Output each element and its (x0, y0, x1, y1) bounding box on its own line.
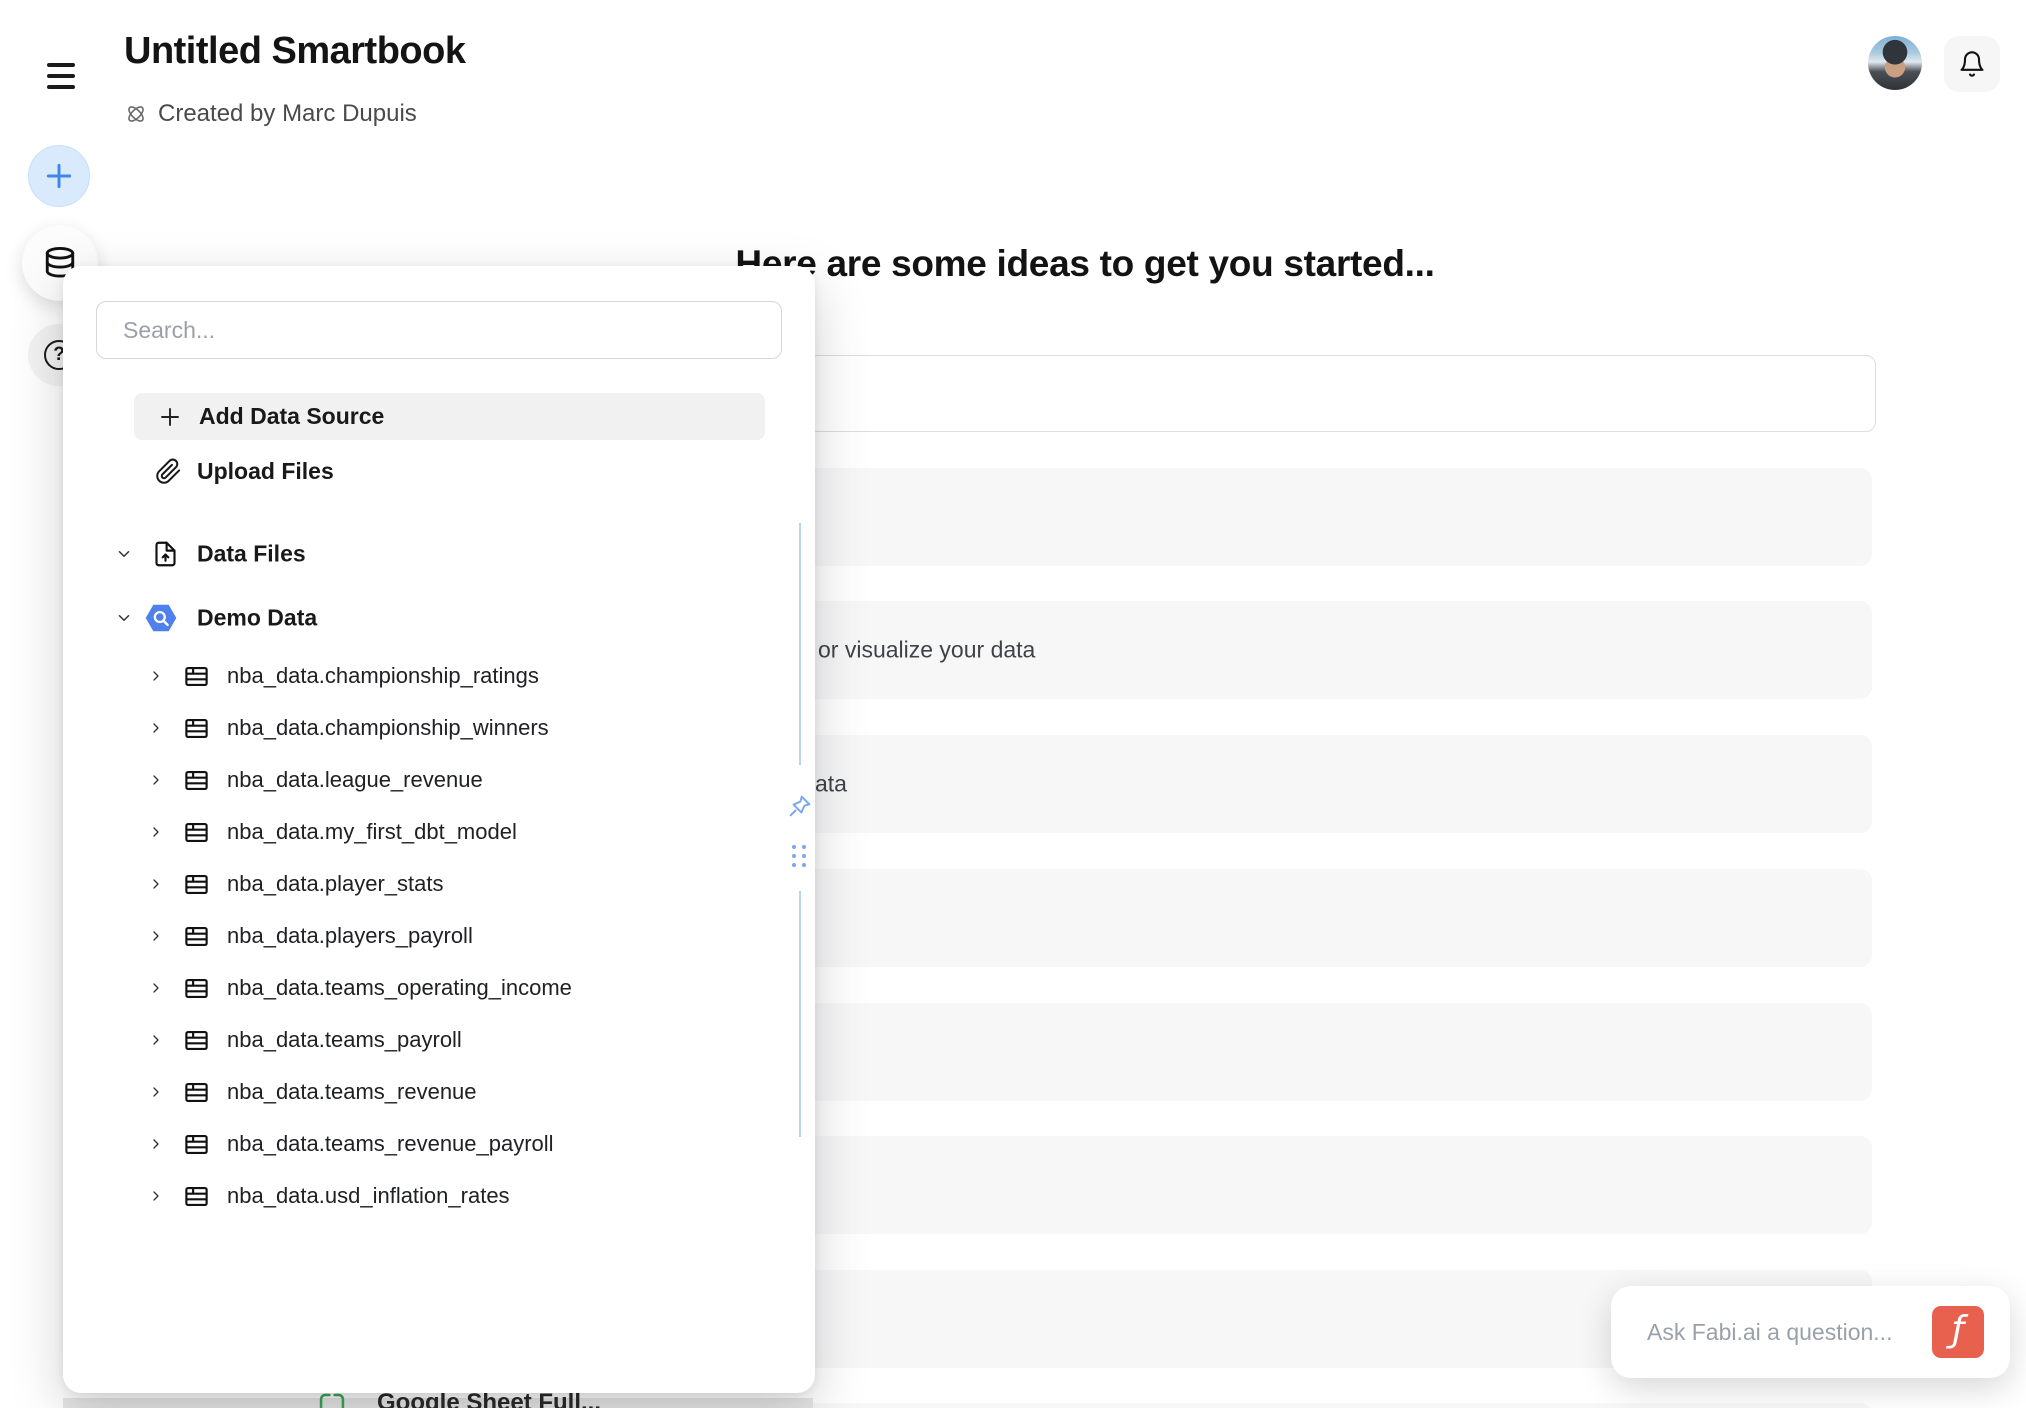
plus-icon (43, 160, 75, 192)
table-name: nba_data.league_revenue (227, 767, 483, 793)
chevron-right-icon[interactable] (148, 980, 164, 996)
bell-icon (1958, 50, 1986, 78)
group-label: Data Files (197, 541, 306, 568)
chevron-right-icon[interactable] (148, 824, 164, 840)
chevron-right-icon[interactable] (148, 876, 164, 892)
fabi-logo-icon: ƒ (1952, 1312, 1965, 1348)
fabi-submit-button[interactable]: ƒ (1932, 1306, 1984, 1358)
paperclip-icon (155, 458, 182, 485)
table-icon (183, 767, 210, 794)
idea-card-label: or visualize your data (818, 637, 1035, 664)
panel-resize-divider[interactable] (799, 523, 801, 765)
idea-card[interactable] (650, 468, 1872, 566)
ask-fabi-placeholder: Ask Fabi.ai a question... (1647, 1319, 1932, 1346)
idea-card[interactable] (650, 869, 1872, 967)
chevron-right-icon[interactable] (148, 772, 164, 788)
table-icon (183, 871, 210, 898)
table-row[interactable]: nba_data.teams_operating_income (63, 962, 815, 1014)
add-data-source-button[interactable]: Add Data Source (134, 393, 765, 440)
table-name: nba_data.player_stats (227, 871, 444, 897)
chevron-right-icon[interactable] (148, 1032, 164, 1048)
file-upload-icon (152, 541, 179, 568)
idea-card[interactable] (650, 1403, 1872, 1408)
table-name: nba_data.usd_inflation_rates (227, 1183, 510, 1209)
table-name: nba_data.teams_operating_income (227, 975, 572, 1001)
plus-icon (158, 405, 182, 429)
group-label: Demo Data (197, 605, 317, 632)
table-icon (183, 975, 210, 1002)
table-list: nba_data.championship_ratings nba_data.c… (63, 650, 815, 1222)
pin-icon (786, 792, 814, 820)
table-icon (183, 923, 210, 950)
table-row[interactable]: nba_data.player_stats (63, 858, 815, 910)
chevron-right-icon[interactable] (148, 1188, 164, 1204)
idea-card[interactable]: or visualize your data (650, 601, 1872, 699)
table-icon (183, 819, 210, 846)
table-row[interactable]: nba_data.teams_revenue_payroll (63, 1118, 815, 1170)
bigquery-icon (143, 600, 179, 636)
pin-panel-button[interactable] (784, 790, 816, 822)
table-icon (183, 1027, 210, 1054)
panel-resize-divider[interactable] (799, 891, 801, 1137)
table-icon (183, 1183, 210, 1210)
chevron-down-icon[interactable] (115, 545, 133, 563)
table-icon (183, 1079, 210, 1106)
table-name: nba_data.championship_winners (227, 715, 549, 741)
group-data-files[interactable]: Data Files (63, 532, 815, 576)
group-demo-data[interactable]: Demo Data (63, 596, 815, 640)
notifications-button[interactable] (1944, 36, 2000, 92)
atom-icon (124, 102, 148, 126)
table-name: nba_data.teams_revenue_payroll (227, 1131, 554, 1157)
table-icon (183, 715, 210, 742)
upload-files-label: Upload Files (197, 458, 334, 485)
ask-fabi-bar[interactable]: Ask Fabi.ai a question... ƒ (1611, 1286, 2010, 1378)
idea-card[interactable]: ata (650, 735, 1872, 833)
table-icon (183, 663, 210, 690)
table-icon (183, 1131, 210, 1158)
table-row[interactable]: nba_data.championship_winners (63, 702, 815, 754)
drag-handle[interactable] (789, 842, 809, 870)
idea-card-label: ata (815, 771, 847, 798)
chevron-right-icon[interactable] (148, 928, 164, 944)
chevron-right-icon[interactable] (148, 1084, 164, 1100)
table-row[interactable]: nba_data.players_payroll (63, 910, 815, 962)
search-input[interactable] (96, 301, 782, 359)
idea-card[interactable] (650, 1136, 1872, 1234)
add-data-source-label: Add Data Source (199, 403, 384, 430)
table-row[interactable]: nba_data.usd_inflation_rates (63, 1170, 815, 1222)
table-row[interactable]: nba_data.league_revenue (63, 754, 815, 806)
menu-icon[interactable] (47, 63, 75, 89)
table-row[interactable]: nba_data.championship_ratings (63, 650, 815, 702)
table-row[interactable]: nba_data.my_first_dbt_model (63, 806, 815, 858)
created-by-label: Created by Marc Dupuis (158, 100, 417, 128)
add-cell-button[interactable] (28, 145, 90, 207)
table-name: nba_data.championship_ratings (227, 663, 539, 689)
created-by: Created by Marc Dupuis (124, 100, 417, 128)
table-name: nba_data.teams_revenue (227, 1079, 477, 1105)
table-name: nba_data.my_first_dbt_model (227, 819, 517, 845)
table-row[interactable]: nba_data.teams_payroll (63, 1014, 815, 1066)
chevron-right-icon[interactable] (148, 1136, 164, 1152)
idea-card[interactable] (650, 1003, 1872, 1101)
google-sheet-icon (316, 1391, 348, 1408)
app-window: Here are some ideas to get you started..… (0, 0, 2026, 1408)
table-row[interactable]: nba_data.teams_revenue (63, 1066, 815, 1118)
avatar[interactable] (1868, 36, 1922, 90)
chevron-right-icon[interactable] (148, 668, 164, 684)
table-name: nba_data.players_payroll (227, 923, 473, 949)
chevron-right-icon[interactable] (148, 720, 164, 736)
upload-files-button[interactable]: Upload Files (63, 446, 815, 496)
page-title[interactable]: Untitled Smartbook (124, 30, 465, 73)
table-name: nba_data.teams_payroll (227, 1027, 462, 1053)
chevron-down-icon[interactable] (115, 609, 133, 627)
data-source-panel: Add Data Source Upload Files (63, 266, 815, 1393)
idea-input-card[interactable] (650, 355, 1876, 432)
